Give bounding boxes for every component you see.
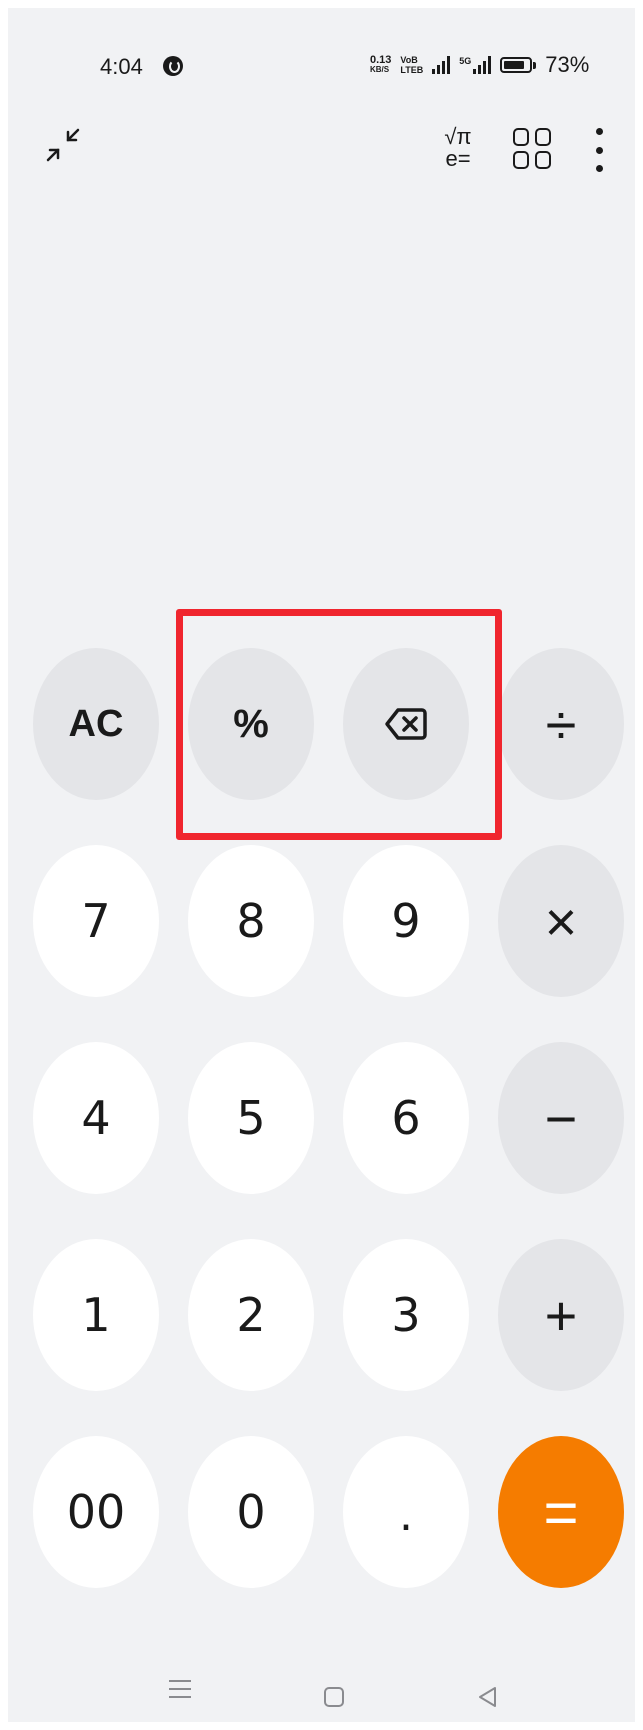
signal-5g-bars-icon xyxy=(473,56,492,74)
multiply-button[interactable]: × xyxy=(498,845,624,997)
highlight-annotation xyxy=(176,609,502,840)
scientific-mode-top: √π xyxy=(444,124,472,149)
equals-button[interactable]: = xyxy=(498,1436,624,1588)
back-icon[interactable] xyxy=(476,1685,498,1714)
converter-grid-icon[interactable] xyxy=(513,128,551,170)
signal-5g-label: 5G xyxy=(459,56,472,66)
status-icons: 0.13 KB/S VoB LTEB 5G 73% xyxy=(370,52,589,78)
calculator-screen: 4:04 0.13 KB/S VoB LTEB 5G 73% √π e= AC … xyxy=(8,8,635,1722)
status-time: 4:04 xyxy=(100,54,143,79)
digit-9-button[interactable]: 9 xyxy=(343,845,469,997)
signal-5g-icon: 5G xyxy=(459,56,492,74)
digit-1-button[interactable]: 1 xyxy=(33,1239,159,1391)
collapse-icon[interactable] xyxy=(44,126,84,166)
volte-top: VoB xyxy=(400,55,418,65)
net-speed-indicator: 0.13 KB/S xyxy=(370,55,391,75)
digit-0-button[interactable]: 0 xyxy=(188,1436,314,1588)
double-zero-button[interactable]: 00 xyxy=(33,1436,159,1588)
digit-2-button[interactable]: 2 xyxy=(188,1239,314,1391)
notification-app-icon xyxy=(163,56,183,76)
digit-6-button[interactable]: 6 xyxy=(343,1042,469,1194)
recent-apps-icon[interactable] xyxy=(169,1680,191,1698)
digit-4-button[interactable]: 4 xyxy=(33,1042,159,1194)
divide-button[interactable]: ÷ xyxy=(498,648,624,800)
net-speed-value: 0.13 xyxy=(370,54,392,66)
battery-icon xyxy=(500,57,537,73)
digit-5-button[interactable]: 5 xyxy=(188,1042,314,1194)
minus-button[interactable]: − xyxy=(498,1042,624,1194)
net-speed-unit: KB/S xyxy=(370,65,390,74)
volte-bottom: LTEB xyxy=(400,65,424,75)
plus-button[interactable]: + xyxy=(498,1239,624,1391)
volte-indicator: VoB LTEB xyxy=(400,55,423,75)
digit-3-button[interactable]: 3 xyxy=(343,1239,469,1391)
decimal-point-button[interactable]: . xyxy=(343,1436,469,1588)
scientific-mode-bottom: e= xyxy=(445,146,471,171)
more-options-icon[interactable] xyxy=(594,128,604,172)
digit-7-button[interactable]: 7 xyxy=(33,845,159,997)
scientific-mode-icon[interactable]: √π e= xyxy=(436,126,480,178)
signal-strength-icon xyxy=(432,56,451,74)
home-icon[interactable] xyxy=(324,1687,344,1707)
clear-button[interactable]: AC xyxy=(33,648,159,800)
battery-percent: 73% xyxy=(545,52,590,77)
digit-8-button[interactable]: 8 xyxy=(188,845,314,997)
